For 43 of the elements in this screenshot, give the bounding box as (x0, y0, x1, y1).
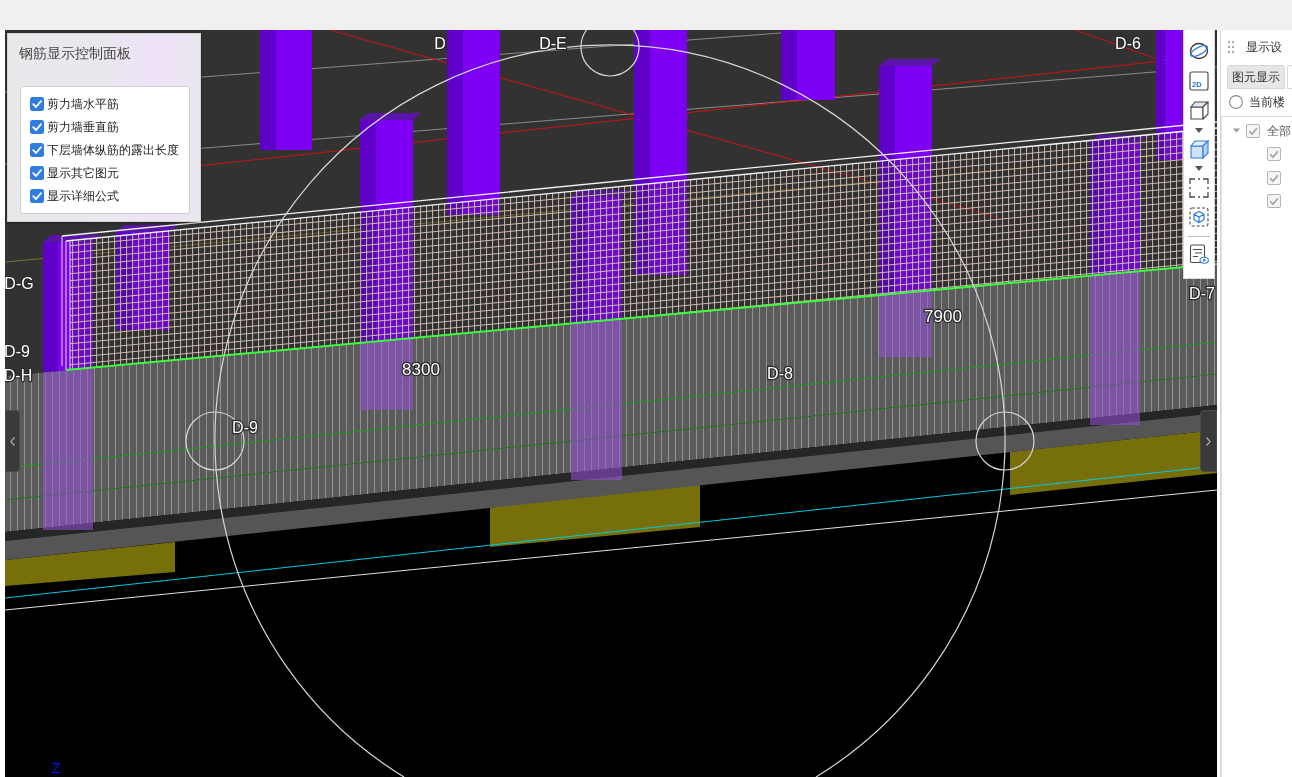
panel-title: 钢筋显示控制面板 (18, 44, 131, 62)
cube-icon (1189, 100, 1209, 120)
chevron-right-icon (1206, 436, 1211, 446)
option-label: 剪力墙垂直筋 (47, 118, 119, 135)
tab[interactable]: 图元显示 (1227, 65, 1285, 89)
column (781, 30, 835, 100)
rotation-handle[interactable] (975, 411, 1035, 471)
caret-icon (1195, 165, 1203, 171)
dashed-cube-icon (1189, 207, 1209, 227)
checkbox[interactable] (1267, 170, 1281, 185)
chevron-left-icon (10, 436, 15, 446)
panel-title: 显示设 (1246, 39, 1282, 56)
radio-button[interactable] (1229, 95, 1243, 109)
grid-axis-label: D (434, 34, 446, 52)
drag-handle-icon[interactable] (1228, 41, 1234, 53)
checkbox[interactable] (30, 119, 44, 134)
option-label: 下层墙体纵筋的露出长度 (47, 141, 179, 158)
checkbox[interactable] (30, 188, 44, 203)
document-eye-icon (1189, 244, 1209, 264)
grid-axis-label: D-8 (767, 364, 793, 382)
grid-axis-label: D-G (5, 274, 34, 292)
tree-item-label: 全部 (1267, 122, 1291, 140)
caret-icon (1195, 127, 1203, 133)
grid-axis-label: D-9 (5, 342, 30, 360)
caret-icon[interactable] (1233, 127, 1240, 135)
checkbox[interactable] (1267, 147, 1281, 162)
shaded-cube-icon (1189, 139, 1209, 159)
grid-axis-label: D-6 (1115, 34, 1141, 52)
orbit-icon (1189, 41, 1209, 61)
grid-axis-label: D-H (5, 366, 33, 384)
checkbox[interactable] (1246, 123, 1260, 138)
checkbox[interactable] (1267, 194, 1281, 209)
checkbox[interactable] (30, 142, 44, 157)
axis-label: Z (51, 758, 61, 776)
option-label: 显示详细公式 (47, 187, 119, 204)
checkbox[interactable] (30, 165, 44, 180)
rotation-handle[interactable] (580, 30, 640, 77)
option-label: 剪力墙水平筋 (47, 95, 119, 112)
grid-axis-label: D-E (539, 34, 567, 52)
grid-axis-label: D-7 (1189, 284, 1215, 302)
option-label: 当前楼 (1249, 94, 1285, 111)
checkbox[interactable] (30, 96, 44, 111)
option-label: 显示其它图元 (47, 164, 119, 181)
